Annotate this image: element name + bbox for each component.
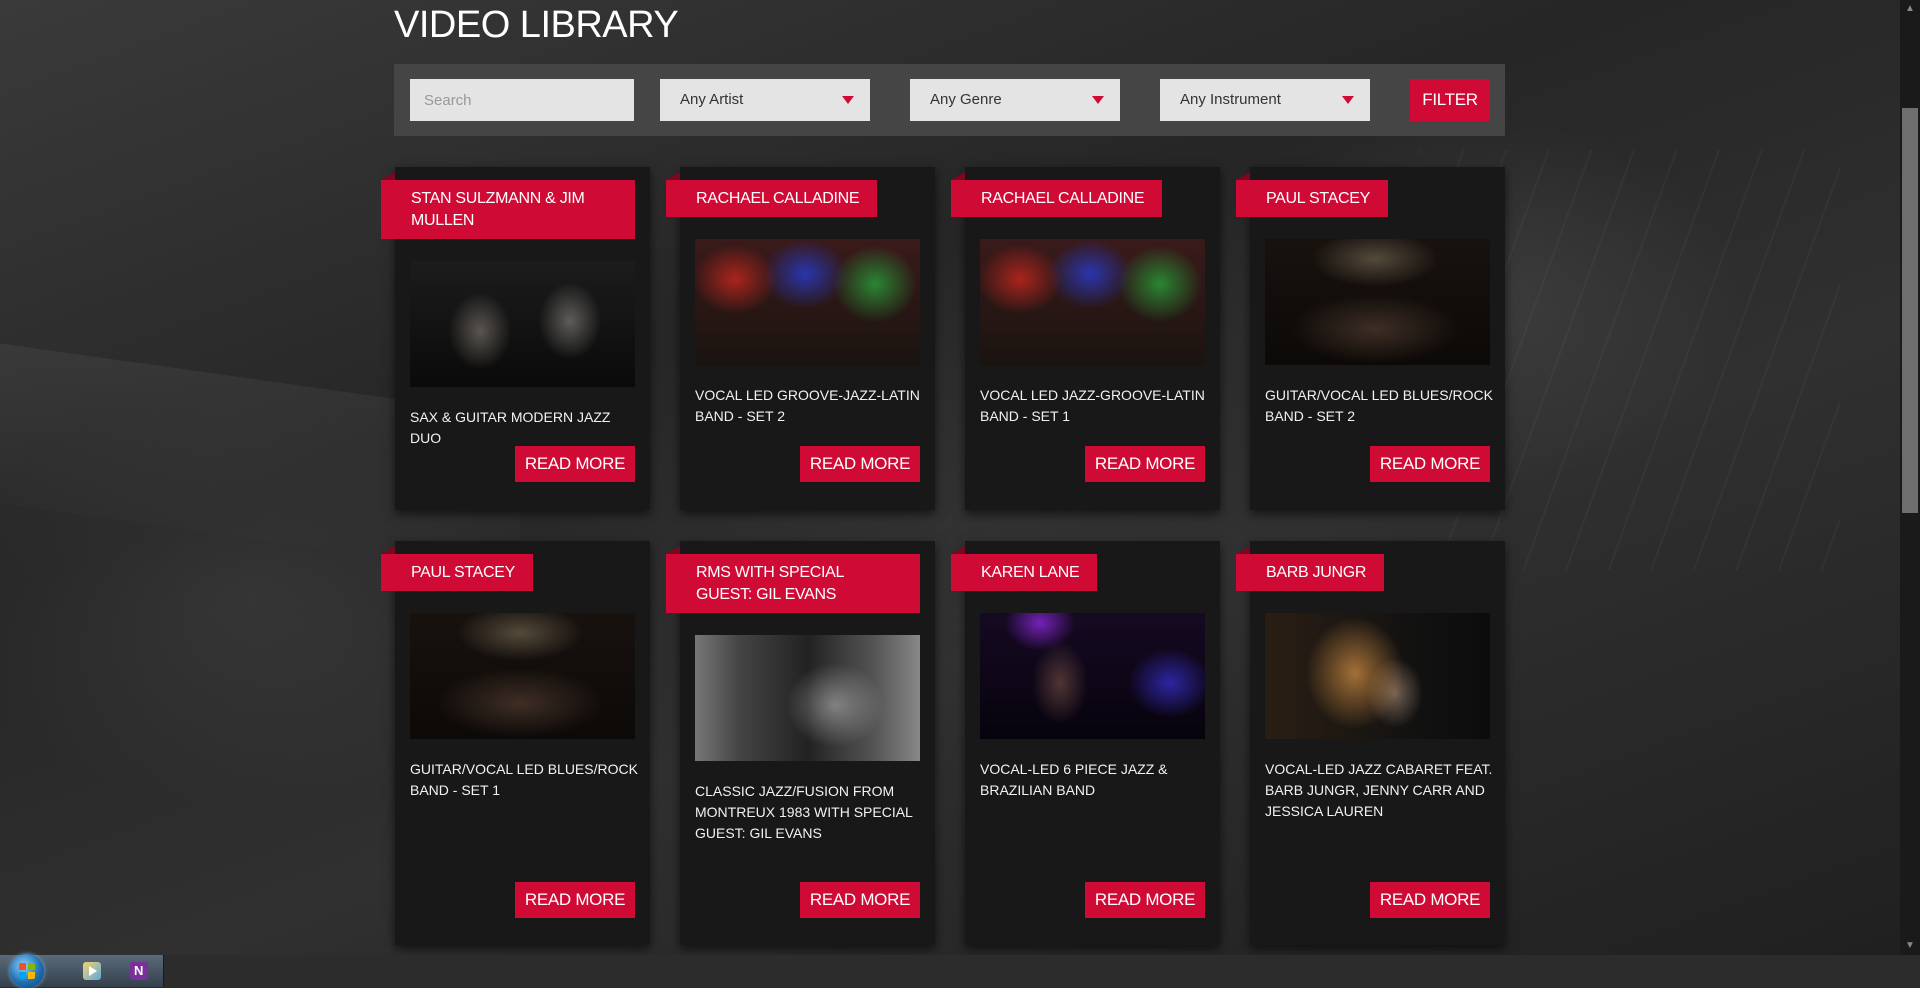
scrollbar-thumb[interactable] — [1902, 108, 1918, 513]
onenote-icon[interactable] — [130, 962, 148, 980]
taskbar-pinned-area — [0, 954, 164, 988]
read-more-button[interactable]: READ MORE — [515, 882, 635, 918]
card-description: SAX & GUITAR MODERN JAZZ DUO — [410, 409, 611, 446]
page-title: VIDEO LIBRARY — [394, 4, 679, 46]
card-artist-ribbon[interactable]: PAUL STACEY — [381, 546, 533, 591]
video-thumbnail[interactable] — [410, 613, 635, 739]
video-thumbnail[interactable] — [980, 239, 1205, 365]
read-more-button[interactable]: READ MORE — [800, 446, 920, 482]
background-stage-photo — [0, 0, 1920, 987]
read-more-button[interactable]: READ MORE — [1085, 882, 1205, 918]
video-card: KAREN LANE VOCAL-LED 6 PIECE JAZZ & BRAZ… — [951, 541, 1220, 945]
scroll-up-icon[interactable]: ▲ — [1900, 0, 1920, 18]
card-description: GUITAR/VOCAL LED BLUES/ROCK BAND - SET 1 — [410, 761, 638, 798]
card-description: GUITAR/VOCAL LED BLUES/ROCK BAND - SET 2 — [1265, 387, 1493, 424]
search-input[interactable] — [410, 79, 634, 121]
card-artist-ribbon[interactable]: KAREN LANE — [951, 546, 1098, 591]
card-artist-ribbon[interactable]: RACHAEL CALLADINE — [951, 172, 1163, 217]
media-player-icon[interactable] — [83, 962, 101, 980]
filter-button[interactable]: FILTER — [1410, 79, 1490, 121]
video-card: RMS WITH SPECIAL GUEST: GIL EVANS CLASSI… — [666, 541, 935, 945]
video-card: RACHAEL CALLADINE VOCAL LED JAZZ-GROOVE-… — [951, 167, 1220, 510]
instrument-select-value: Any Instrument — [1180, 91, 1281, 108]
card-description: VOCAL LED JAZZ-GROOVE-LATIN BAND - SET 1 — [980, 387, 1205, 424]
scroll-down-icon[interactable]: ▼ — [1900, 937, 1920, 955]
video-card: STAN SULZMANN & JIM MULLEN SAX & GUITAR … — [381, 167, 650, 510]
read-more-button[interactable]: READ MORE — [800, 882, 920, 918]
read-more-button[interactable]: READ MORE — [1370, 882, 1490, 918]
read-more-button[interactable]: READ MORE — [1370, 446, 1490, 482]
chevron-down-icon — [842, 96, 854, 104]
artist-select-value: Any Artist — [680, 91, 744, 108]
card-artist-ribbon[interactable]: BARB JUNGR — [1236, 546, 1385, 591]
video-card: RACHAEL CALLADINE VOCAL LED GROOVE-JAZZ-… — [666, 167, 935, 510]
card-artist-ribbon[interactable]: PAUL STACEY — [1236, 172, 1388, 217]
card-artist-ribbon[interactable]: STAN SULZMANN & JIM MULLEN — [381, 172, 635, 239]
taskbar — [0, 954, 1920, 988]
card-description: VOCAL LED GROOVE-JAZZ-LATIN BAND - SET 2 — [695, 387, 920, 424]
video-thumbnail[interactable] — [695, 239, 920, 365]
read-more-button[interactable]: READ MORE — [515, 446, 635, 482]
video-thumbnail[interactable] — [410, 261, 635, 387]
card-description: VOCAL-LED 6 PIECE JAZZ & BRAZILIAN BAND — [980, 761, 1168, 798]
genre-select[interactable]: Any Genre — [910, 79, 1120, 121]
card-artist-ribbon[interactable]: RACHAEL CALLADINE — [666, 172, 878, 217]
windows-start-icon[interactable] — [10, 954, 44, 988]
read-more-button[interactable]: READ MORE — [1085, 446, 1205, 482]
card-description: CLASSIC JAZZ/FUSION FROM MONTREUX 1983 W… — [695, 783, 913, 841]
instrument-select[interactable]: Any Instrument — [1160, 79, 1370, 121]
video-thumbnail[interactable] — [1265, 613, 1490, 739]
genre-select-value: Any Genre — [930, 91, 1002, 108]
artist-select[interactable]: Any Artist — [660, 79, 870, 121]
video-thumbnail[interactable] — [1265, 239, 1490, 365]
filter-bar: Any Artist Any Genre Any Instrument FILT… — [394, 64, 1505, 136]
video-thumbnail[interactable] — [980, 613, 1205, 739]
chevron-down-icon — [1092, 96, 1104, 104]
video-thumbnail[interactable] — [695, 635, 920, 761]
video-card: BARB JUNGR VOCAL-LED JAZZ CABARET FEAT. … — [1236, 541, 1505, 945]
chevron-down-icon — [1342, 96, 1354, 104]
vertical-scrollbar[interactable]: ▲ ▼ — [1900, 0, 1920, 955]
video-card: PAUL STACEY GUITAR/VOCAL LED BLUES/ROCK … — [1236, 167, 1505, 510]
video-card: PAUL STACEY GUITAR/VOCAL LED BLUES/ROCK … — [381, 541, 650, 945]
card-description: VOCAL-LED JAZZ CABARET FEAT. BARB JUNGR,… — [1265, 761, 1493, 819]
card-artist-ribbon[interactable]: RMS WITH SPECIAL GUEST: GIL EVANS — [666, 546, 920, 613]
